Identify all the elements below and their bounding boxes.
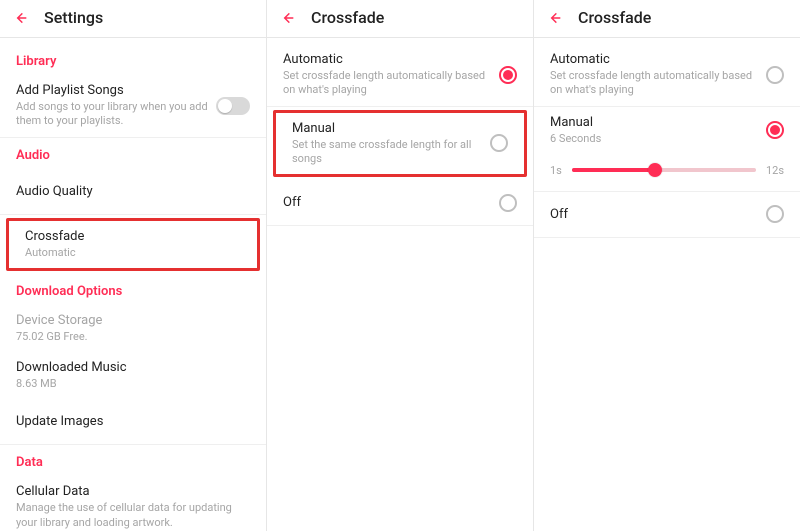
crossfade-title: Crossfade bbox=[25, 229, 233, 244]
slider-min-label: 1s bbox=[550, 164, 562, 177]
highlight-manual: Manual Set the same crossfade length for… bbox=[273, 110, 527, 178]
section-audio: Audio bbox=[0, 138, 266, 169]
cellular-data-row[interactable]: Cellular Data Manage the use of cellular… bbox=[0, 476, 266, 531]
crossfade-off-row[interactable]: Off bbox=[267, 180, 533, 226]
settings-panel: Settings Library Add Playlist Songs Add … bbox=[0, 0, 267, 531]
off-title: Off bbox=[550, 207, 758, 222]
crossfade-header: Crossfade bbox=[267, 0, 533, 38]
crossfade-header: Crossfade bbox=[534, 0, 800, 38]
automatic-radio[interactable] bbox=[499, 66, 517, 84]
crossfade-slider[interactable] bbox=[572, 168, 756, 172]
update-images-title: Update Images bbox=[16, 414, 242, 429]
cellular-data-sub: Manage the use of cellular data for upda… bbox=[16, 501, 242, 530]
crossfade-panel-auto: Crossfade Automatic Set crossfade length… bbox=[267, 0, 534, 531]
device-storage-row[interactable]: Device Storage 75.02 GB Free. bbox=[0, 305, 266, 352]
automatic-sub: Set crossfade length automatically based… bbox=[283, 69, 491, 98]
back-arrow-icon[interactable] bbox=[279, 9, 297, 27]
update-images-row[interactable]: Update Images bbox=[0, 399, 266, 445]
cellular-data-title: Cellular Data bbox=[16, 484, 242, 499]
manual-title: Manual bbox=[292, 121, 482, 136]
page-title: Crossfade bbox=[311, 8, 384, 27]
automatic-radio[interactable] bbox=[766, 66, 784, 84]
manual-sub: 6 Seconds bbox=[550, 132, 758, 146]
crossfade-manual-row[interactable]: Manual Set the same crossfade length for… bbox=[276, 113, 524, 175]
device-storage-sub: 75.02 GB Free. bbox=[16, 330, 242, 344]
add-playlist-title: Add Playlist Songs bbox=[16, 83, 208, 98]
slider-fill bbox=[572, 168, 655, 172]
page-title: Crossfade bbox=[578, 8, 651, 27]
crossfade-automatic-row[interactable]: Automatic Set crossfade length automatic… bbox=[534, 44, 800, 107]
section-download: Download Options bbox=[0, 274, 266, 305]
manual-radio[interactable] bbox=[766, 121, 784, 139]
off-radio[interactable] bbox=[766, 205, 784, 223]
downloaded-music-row[interactable]: Downloaded Music 8.63 MB bbox=[0, 352, 266, 399]
manual-title: Manual bbox=[550, 115, 758, 130]
manual-radio[interactable] bbox=[490, 134, 508, 152]
device-storage-title: Device Storage bbox=[16, 313, 242, 328]
off-radio[interactable] bbox=[499, 194, 517, 212]
section-data: Data bbox=[0, 445, 266, 476]
audio-quality-row[interactable]: Audio Quality bbox=[0, 169, 266, 215]
slider-thumb[interactable] bbox=[648, 163, 662, 177]
crossfade-panel-manual: Crossfade Automatic Set crossfade length… bbox=[534, 0, 800, 531]
downloaded-music-title: Downloaded Music bbox=[16, 360, 242, 375]
crossfade-off-row[interactable]: Off bbox=[534, 192, 800, 238]
automatic-title: Automatic bbox=[550, 52, 758, 67]
add-playlist-toggle[interactable] bbox=[216, 97, 250, 115]
add-playlist-songs-row[interactable]: Add Playlist Songs Add songs to your lib… bbox=[0, 75, 266, 138]
settings-header: Settings bbox=[0, 0, 266, 38]
add-playlist-sub: Add songs to your library when you add t… bbox=[16, 100, 208, 129]
audio-quality-title: Audio Quality bbox=[16, 184, 242, 199]
automatic-title: Automatic bbox=[283, 52, 491, 67]
slider-max-label: 12s bbox=[766, 164, 784, 177]
manual-sub: Set the same crossfade length for all so… bbox=[292, 138, 482, 167]
crossfade-row[interactable]: Crossfade Automatic bbox=[9, 221, 257, 268]
crossfade-slider-row: 1s 12s bbox=[534, 154, 800, 192]
off-title: Off bbox=[283, 195, 491, 210]
back-arrow-icon[interactable] bbox=[546, 9, 564, 27]
crossfade-automatic-row[interactable]: Automatic Set crossfade length automatic… bbox=[267, 44, 533, 107]
page-title: Settings bbox=[44, 8, 103, 27]
downloaded-music-sub: 8.63 MB bbox=[16, 377, 242, 391]
crossfade-sub: Automatic bbox=[25, 246, 233, 260]
back-arrow-icon[interactable] bbox=[12, 9, 30, 27]
automatic-sub: Set crossfade length automatically based… bbox=[550, 69, 758, 98]
highlight-crossfade: Crossfade Automatic bbox=[6, 218, 260, 271]
section-library: Library bbox=[0, 44, 266, 75]
crossfade-manual-row[interactable]: Manual 6 Seconds bbox=[534, 107, 800, 154]
